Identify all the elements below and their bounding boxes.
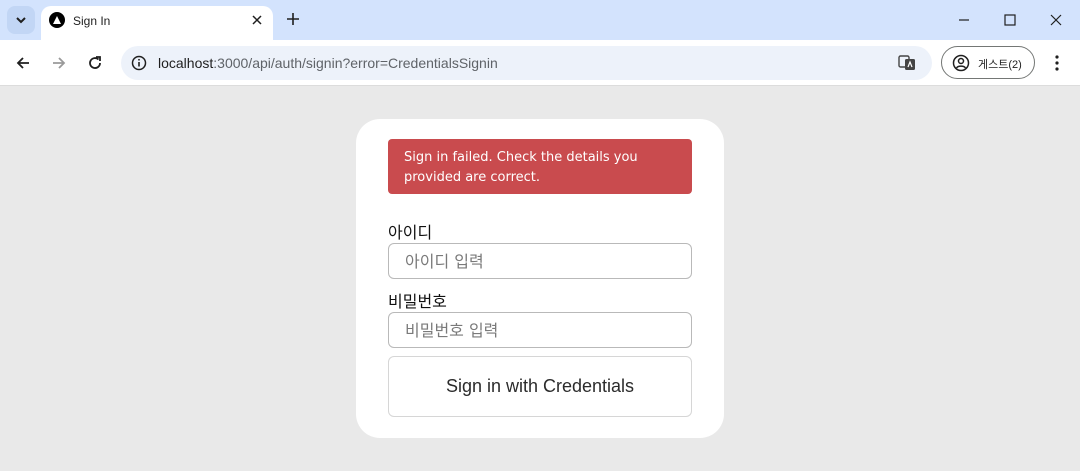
url-text: localhost:3000/api/auth/signin?error=Cre… bbox=[158, 55, 498, 71]
address-bar[interactable]: localhost:3000/api/auth/signin?error=Cre… bbox=[121, 46, 932, 80]
translate-icon bbox=[898, 55, 915, 70]
profile-icon bbox=[951, 53, 971, 73]
signin-credentials-button[interactable]: Sign in with Credentials bbox=[388, 356, 692, 417]
error-message: Sign in failed. Check the details you pr… bbox=[388, 139, 692, 194]
triangle-logo-icon bbox=[49, 12, 65, 28]
forward-icon bbox=[53, 57, 66, 69]
back-button[interactable] bbox=[9, 49, 37, 77]
minimize-button[interactable] bbox=[950, 6, 978, 34]
password-input[interactable] bbox=[388, 312, 692, 348]
chevron-down-icon bbox=[16, 17, 26, 24]
tab-search-button[interactable] bbox=[7, 6, 35, 34]
browser-tab[interactable]: Sign In bbox=[41, 6, 273, 40]
translate-button[interactable] bbox=[897, 53, 917, 73]
browser-titlebar: Sign In bbox=[0, 0, 1080, 40]
plus-icon bbox=[287, 13, 299, 25]
back-icon bbox=[16, 57, 29, 69]
tab-close-button[interactable] bbox=[247, 10, 267, 30]
info-icon bbox=[131, 55, 147, 71]
password-label: 비밀번호 bbox=[388, 292, 447, 311]
maximize-icon bbox=[1004, 14, 1016, 26]
reload-button[interactable] bbox=[81, 49, 109, 77]
more-menu-button[interactable] bbox=[1046, 49, 1068, 77]
reload-icon bbox=[89, 56, 101, 69]
close-window-icon bbox=[1050, 14, 1062, 26]
site-info-button[interactable] bbox=[129, 53, 149, 73]
profile-label: 게스트(2) bbox=[978, 59, 1022, 71]
url-host: localhost bbox=[158, 55, 214, 71]
signin-card: Sign in failed. Check the details you pr… bbox=[356, 119, 724, 438]
minimize-icon bbox=[959, 19, 969, 21]
username-label: 아이디 bbox=[388, 223, 433, 242]
close-window-button[interactable] bbox=[1042, 6, 1070, 34]
more-icon bbox=[1055, 55, 1059, 71]
forward-button[interactable] bbox=[45, 49, 73, 77]
browser-toolbar: localhost:3000/api/auth/signin?error=Cre… bbox=[0, 40, 1080, 86]
url-path: :3000/api/auth/signin?error=CredentialsS… bbox=[213, 55, 498, 71]
maximize-button[interactable] bbox=[996, 6, 1024, 34]
profile-button[interactable]: 게스트(2) bbox=[941, 46, 1035, 79]
new-tab-button[interactable] bbox=[282, 8, 304, 30]
close-icon bbox=[252, 15, 262, 25]
username-input[interactable] bbox=[388, 243, 692, 279]
tab-title: Sign In bbox=[73, 14, 111, 28]
